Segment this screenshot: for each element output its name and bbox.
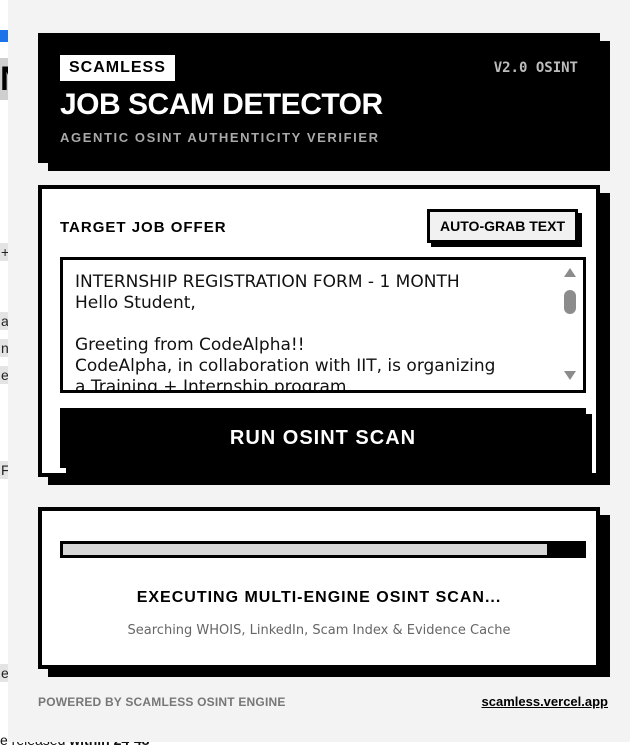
scan-status-detail: Searching WHOIS, LinkedIn, Scam Index & … <box>127 623 511 638</box>
scan-progress-bar <box>60 541 586 558</box>
auto-grab-text-button[interactable]: AUTO-GRAB TEXT <box>427 209 578 243</box>
app-title: JOB SCAM DETECTOR <box>60 88 383 121</box>
scroll-up-arrow-icon[interactable] <box>564 268 576 277</box>
header-panel: SCAMLESS V2.0 OSINT JOB SCAM DETECTOR AG… <box>38 33 600 163</box>
version-label: V2.0 OSINT <box>493 60 578 76</box>
target-job-offer-label: TARGET JOB OFFER <box>60 219 227 236</box>
run-osint-scan-button[interactable]: RUN OSINT SCAN <box>60 408 586 468</box>
textarea-scrollbar[interactable] <box>563 266 577 384</box>
job-offer-text[interactable]: INTERNSHIP REGISTRATION FORM - 1 MONTH H… <box>75 272 545 390</box>
app-subtitle: AGENTIC OSINT AUTHENTICITY VERIFIER <box>60 130 380 145</box>
powered-by-label: POWERED BY SCAMLESS OSINT ENGINE <box>38 695 286 709</box>
scan-status-card: EXECUTING MULTI-ENGINE OSINT SCAN... Sea… <box>38 507 600 669</box>
scan-progress-fill <box>63 544 547 555</box>
extension-popup: SCAMLESS V2.0 OSINT JOB SCAM DETECTOR AG… <box>8 0 630 742</box>
scrollbar-thumb[interactable] <box>564 290 576 314</box>
job-input-card: TARGET JOB OFFER AUTO-GRAB TEXT INTERNSH… <box>38 185 600 477</box>
background-accent-strip <box>0 30 8 42</box>
scroll-down-arrow-icon[interactable] <box>564 371 576 380</box>
job-offer-textarea[interactable]: INTERNSHIP REGISTRATION FORM - 1 MONTH H… <box>60 257 586 393</box>
scan-status-text: EXECUTING MULTI-ENGINE OSINT SCAN... <box>136 589 502 606</box>
brand-badge: SCAMLESS <box>60 55 175 81</box>
website-link[interactable]: scamless.vercel.app <box>482 694 608 709</box>
